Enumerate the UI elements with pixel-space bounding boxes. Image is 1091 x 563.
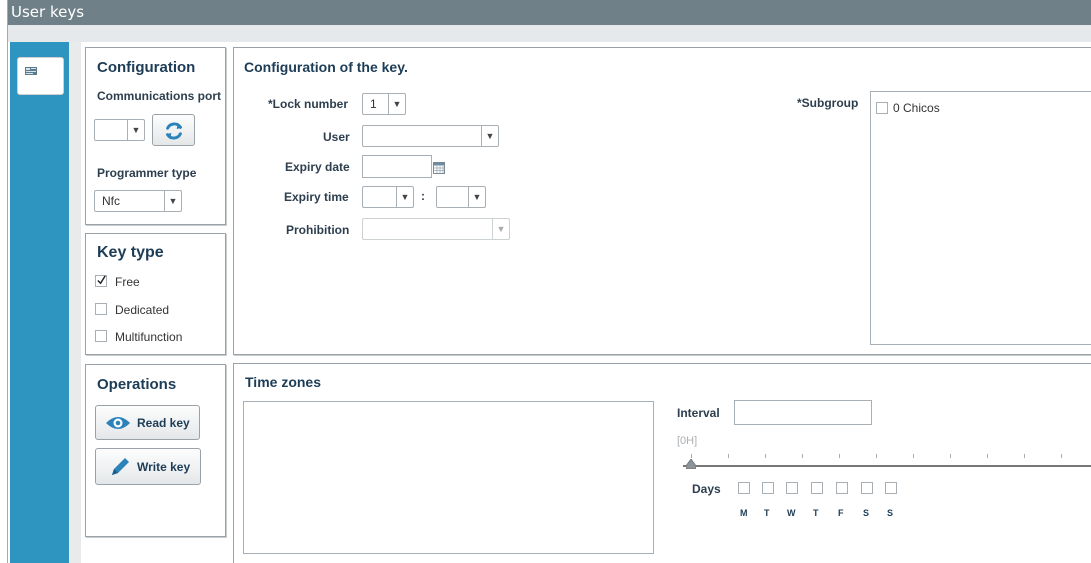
slider-tick (1061, 454, 1062, 458)
time-zones-list[interactable] (243, 401, 654, 554)
window-left-edge (0, 0, 8, 563)
sidebar (10, 42, 69, 563)
chevron-down-icon: ▼ (468, 187, 485, 207)
key-type-panel: Key type Free Dedicated Multifunction (85, 233, 226, 355)
sidebar-gap (69, 42, 81, 563)
prohibition-select[interactable]: ▼ (362, 218, 510, 240)
write-key-button[interactable]: Write key (95, 448, 201, 485)
pencil-icon (112, 458, 129, 475)
key-type-title: Key type (97, 244, 164, 261)
lock-number-select[interactable]: 1 ▼ (362, 93, 406, 115)
day-label-saturday: S (863, 508, 870, 518)
time-zones-panel: Time zones Interval [0H] Days M T W T F … (233, 363, 1091, 563)
expiry-hour-select[interactable]: ▼ (362, 186, 414, 208)
interval-slider[interactable] (683, 452, 1091, 472)
slider-tick (765, 454, 766, 458)
calendar-icon[interactable] (433, 162, 445, 174)
programmer-type-value: Nfc (102, 194, 120, 208)
top-strip (8, 25, 1091, 42)
user-select[interactable]: ▼ (362, 125, 499, 147)
chevron-down-icon: ▼ (127, 120, 144, 140)
slider-track (683, 465, 1091, 467)
day-monday-checkbox[interactable] (738, 482, 750, 494)
checkmark-icon (97, 275, 106, 285)
slider-tick (728, 454, 729, 458)
key-type-dedicated-label: Dedicated (115, 303, 170, 317)
window-title: User keys (8, 0, 1091, 25)
prohibition-label: Prohibition (286, 223, 350, 237)
expiry-time-label: Expiry time (284, 190, 349, 204)
refresh-ports-button[interactable] (152, 114, 195, 146)
day-label-monday: M (740, 508, 748, 518)
programmer-type-label: Programmer type (97, 166, 197, 180)
interval-label: Interval (677, 406, 720, 420)
read-key-label: Read key (137, 416, 190, 430)
key-type-free-checkbox[interactable] (95, 275, 107, 287)
slider-tick (1024, 454, 1025, 458)
chevron-down-icon: ▼ (388, 94, 405, 114)
slider-tick (987, 454, 988, 458)
key-type-multifunction-label: Multifunction (115, 330, 183, 344)
subgroup-item-label: 0 Chicos (893, 101, 940, 115)
chevron-down-icon: ▼ (164, 191, 181, 211)
communications-port-label: Communications port (97, 89, 222, 103)
day-label-friday: F (838, 508, 844, 518)
slider-value: [0H] (677, 435, 698, 447)
key-type-dedicated-checkbox[interactable] (95, 303, 107, 315)
key-configuration-title: Configuration of the key. (244, 59, 408, 75)
configuration-panel: Configuration Communications port ▼ Prog… (85, 47, 226, 225)
key-configuration-panel: Configuration of the key. *Lock number 1… (233, 47, 1091, 355)
sidebar-user-keys-button[interactable] (17, 57, 64, 95)
interval-field[interactable] (734, 400, 872, 425)
read-key-button[interactable]: Read key (95, 405, 200, 440)
slider-tick (839, 454, 840, 458)
time-zones-title: Time zones (245, 374, 321, 390)
day-label-thursday: T (813, 508, 819, 518)
expiry-date-field[interactable] (362, 155, 432, 178)
communications-port-select[interactable]: ▼ (94, 119, 145, 141)
key-type-multifunction-checkbox[interactable] (95, 330, 107, 342)
expiry-date-label: Expiry date (285, 160, 350, 174)
key-type-free-label: Free (115, 275, 140, 289)
time-separator: : (421, 189, 425, 203)
day-friday-checkbox[interactable] (836, 482, 848, 494)
day-sunday-checkbox[interactable] (885, 482, 897, 494)
refresh-icon (165, 122, 183, 140)
slider-handle[interactable] (686, 459, 696, 469)
slider-tick (950, 454, 951, 458)
key-card-icon (25, 67, 37, 75)
chevron-down-icon: ▼ (481, 126, 498, 146)
day-label-sunday: S (887, 508, 894, 518)
day-label-tuesday: T (764, 508, 770, 518)
subgroup-list[interactable]: 0 Chicos (870, 91, 1091, 345)
slider-tick (913, 454, 914, 458)
subgroup-label: *Subgroup (797, 96, 859, 110)
operations-panel: Operations Read key Write key (85, 364, 226, 537)
subgroup-checkbox[interactable] (876, 102, 888, 114)
slider-tick (802, 454, 803, 458)
days-label: Days (692, 482, 721, 496)
day-label-wednesday: W (787, 508, 796, 518)
slider-tick (691, 454, 692, 458)
lock-number-label: *Lock number (268, 97, 349, 111)
configuration-title: Configuration (97, 59, 196, 76)
chevron-down-icon: ▼ (492, 219, 509, 239)
chevron-down-icon: ▼ (396, 187, 413, 207)
slider-tick (876, 454, 877, 458)
write-key-label: Write key (137, 460, 191, 474)
eye-icon (106, 417, 130, 429)
day-saturday-checkbox[interactable] (861, 482, 873, 494)
user-label: User (323, 130, 350, 144)
day-tuesday-checkbox[interactable] (762, 482, 774, 494)
lock-number-value: 1 (370, 97, 377, 111)
day-wednesday-checkbox[interactable] (786, 482, 798, 494)
expiry-minute-select[interactable]: ▼ (436, 186, 486, 208)
programmer-type-select[interactable]: Nfc ▼ (94, 190, 182, 212)
day-thursday-checkbox[interactable] (811, 482, 823, 494)
operations-title: Operations (97, 376, 177, 393)
